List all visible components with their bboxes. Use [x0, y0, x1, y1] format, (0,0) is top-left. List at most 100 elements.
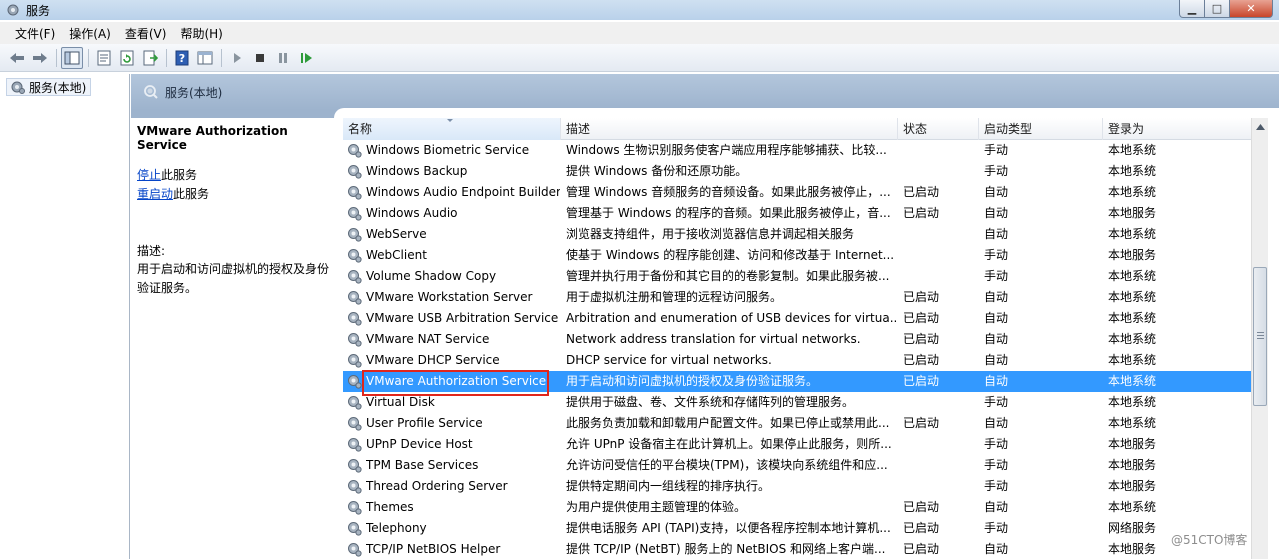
menu-action[interactable]: 操作(A): [62, 25, 118, 42]
view-button[interactable]: [194, 47, 216, 69]
cell-status: 已启动: [903, 521, 940, 535]
table-header: 名称 描述 状态 启动类型 登录为: [343, 118, 1259, 140]
table-row[interactable]: Windows Backup 提供 Windows 备份和还原功能。 手动 本地系统: [343, 161, 1259, 182]
table-row[interactable]: WebServe 浏览器支持组件，用于接收浏览器信息并调起相关服务 自动 本地系统: [343, 224, 1259, 245]
table-row[interactable]: VMware Workstation Server 用于虚拟机注册和管理的远程访问…: [343, 287, 1259, 308]
table-row[interactable]: VMware NAT Service Network address transl…: [343, 329, 1259, 350]
stop-service-link[interactable]: 停止: [137, 168, 161, 182]
scroll-grip: [1257, 335, 1264, 336]
column-header-name[interactable]: 名称: [343, 118, 561, 140]
cell-startup-type: 自动: [984, 332, 1009, 346]
service-gear-icon: [348, 354, 362, 368]
cell-logon-as: 本地系统: [1108, 395, 1157, 409]
show-tree-button[interactable]: [61, 46, 83, 69]
sort-descending-icon: [447, 119, 453, 122]
cell-description: 使基于 Windows 的程序能创建、访问和修改基于 Internet...: [566, 248, 895, 262]
cell-logon-as: 本地系统: [1108, 143, 1157, 157]
service-gear-icon: [348, 375, 362, 389]
title-bar[interactable]: 服务 ▁ □ ✕: [0, 0, 1279, 20]
table-row[interactable]: VMware DHCP Service DHCP service for virt…: [343, 350, 1259, 371]
cell-name: UPnP Device Host: [366, 437, 473, 451]
tree-item-services-local[interactable]: 服务(本地): [6, 78, 92, 96]
restart-service-button[interactable]: [295, 47, 317, 69]
services-window: 服务 ▁ □ ✕ 文件(F) 操作(A) 查看(V) 帮助(H) ? 服务(本地…: [0, 0, 1279, 559]
scroll-thumb[interactable]: [1253, 267, 1267, 406]
cell-name: Windows Audio: [366, 206, 458, 220]
cell-startup-type: 手动: [984, 143, 1009, 157]
stop-icon: [256, 53, 264, 62]
table-row[interactable]: Windows Audio 管理基于 Windows 的程序的音频。如果此服务被停…: [343, 203, 1259, 224]
back-button[interactable]: [6, 47, 28, 69]
cell-name: VMware DHCP Service: [366, 353, 500, 367]
stop-service-button[interactable]: [249, 47, 271, 69]
table-row[interactable]: Windows Audio Endpoint Builder 管理 Windows…: [343, 182, 1259, 203]
cell-name: VMware Workstation Server: [366, 290, 533, 304]
service-gear-icon: [348, 459, 362, 473]
cell-status: [903, 266, 977, 287]
service-gear-icon: [348, 249, 362, 263]
cell-description: 提供 Windows 备份和还原功能。: [566, 164, 748, 178]
table-row[interactable]: Windows Biometric Service Windows 生物识别服务使…: [343, 140, 1259, 161]
cell-logon-as: 本地系统: [1108, 164, 1157, 178]
cell-status: 已启动: [903, 353, 940, 367]
table-row[interactable]: Telephony 提供电话服务 API (TAPI)支持，以便各程序控制本地计算…: [343, 518, 1259, 539]
cell-startup-type: 自动: [984, 374, 1009, 388]
cell-status: 已启动: [903, 206, 940, 220]
cell-logon-as: 本地服务: [1108, 458, 1157, 472]
start-service-button[interactable]: [226, 47, 248, 69]
services-gear-icon: [7, 4, 19, 16]
cell-status: 已启动: [903, 542, 940, 556]
cell-status: [903, 140, 977, 161]
scroll-up-button[interactable]: [1252, 118, 1269, 135]
export-icon: [143, 50, 158, 65]
table-row[interactable]: UPnP Device Host 允许 UPnP 设备宿主在此计算机上。如果停止此…: [343, 434, 1259, 455]
column-header-description[interactable]: 描述: [561, 118, 898, 140]
column-header-status[interactable]: 状态: [898, 118, 979, 140]
table-row[interactable]: Themes 为用户提供使用主题管理的体验。 已启动 自动 本地系统: [343, 497, 1259, 518]
table-row[interactable]: TPM Base Services 允许访问受信任的平台模块(TPM)，该模块向系…: [343, 455, 1259, 476]
maximize-button[interactable]: □: [1205, 0, 1230, 18]
table-row[interactable]: Volume Shadow Copy 管理并执行用于备份和其它目的的卷影复制。如果…: [343, 266, 1259, 287]
help-button[interactable]: ?: [171, 47, 193, 69]
cell-startup-type: 手动: [984, 395, 1009, 409]
toolbar-separator: [166, 48, 167, 67]
menu-file[interactable]: 文件(F): [8, 25, 62, 42]
table-row[interactable]: WebClient 使基于 Windows 的程序能创建、访问和修改基于 Inte…: [343, 245, 1259, 266]
service-gear-icon: [348, 501, 362, 515]
cell-startup-type: 手动: [984, 248, 1009, 262]
column-header-startup-type[interactable]: 启动类型: [979, 118, 1103, 140]
cell-startup-type: 手动: [984, 479, 1009, 493]
menu-view[interactable]: 查看(V): [118, 25, 174, 42]
cell-logon-as: 本地系统: [1108, 185, 1157, 199]
maximize-icon: □: [1211, 2, 1223, 15]
menu-help[interactable]: 帮助(H): [173, 25, 229, 42]
close-button[interactable]: ✕: [1230, 0, 1273, 18]
minimize-button[interactable]: ▁: [1179, 0, 1205, 18]
panel-title: 服务(本地): [165, 85, 223, 100]
cell-startup-type: 自动: [984, 500, 1009, 514]
refresh-button[interactable]: [116, 47, 138, 69]
properties-button[interactable]: [93, 47, 115, 69]
table-row[interactable]: TCP/IP NetBIOS Helper 提供 TCP/IP (NetBT) 服…: [343, 539, 1259, 559]
forward-button[interactable]: [29, 47, 51, 69]
cell-logon-as: 本地服务: [1108, 206, 1157, 220]
restart-service-link[interactable]: 重启动: [137, 187, 173, 201]
back-icon: [10, 52, 24, 63]
console-tree: 服务(本地): [0, 74, 130, 559]
export-button[interactable]: [139, 47, 161, 69]
cell-startup-type: 手动: [984, 164, 1009, 178]
cell-status: [903, 434, 977, 455]
pause-service-button[interactable]: [272, 47, 294, 69]
vertical-scrollbar[interactable]: [1251, 118, 1268, 559]
table-row[interactable]: Thread Ordering Server 提供特定期间内一组线程的排序执行。 手…: [343, 476, 1259, 497]
cell-description: Arbitration and enumeration of USB devic…: [566, 311, 896, 325]
stop-service-row: 停止此服务: [137, 166, 197, 183]
cell-description: 管理并执行用于备份和其它目的的卷影复制。如果此服务被...: [566, 269, 890, 283]
cell-name: TCP/IP NetBIOS Helper: [366, 542, 501, 556]
service-gear-icon: [348, 207, 362, 221]
table-row[interactable]: User Profile Service 此服务负责加载和卸载用户配置文件。如果已…: [343, 413, 1259, 434]
column-header-logon-as[interactable]: 登录为: [1103, 118, 1259, 140]
stop-service-suffix: 此服务: [161, 168, 198, 182]
service-gear-icon: [348, 396, 362, 410]
table-row[interactable]: VMware USB Arbitration Service Arbitratio…: [343, 308, 1259, 329]
